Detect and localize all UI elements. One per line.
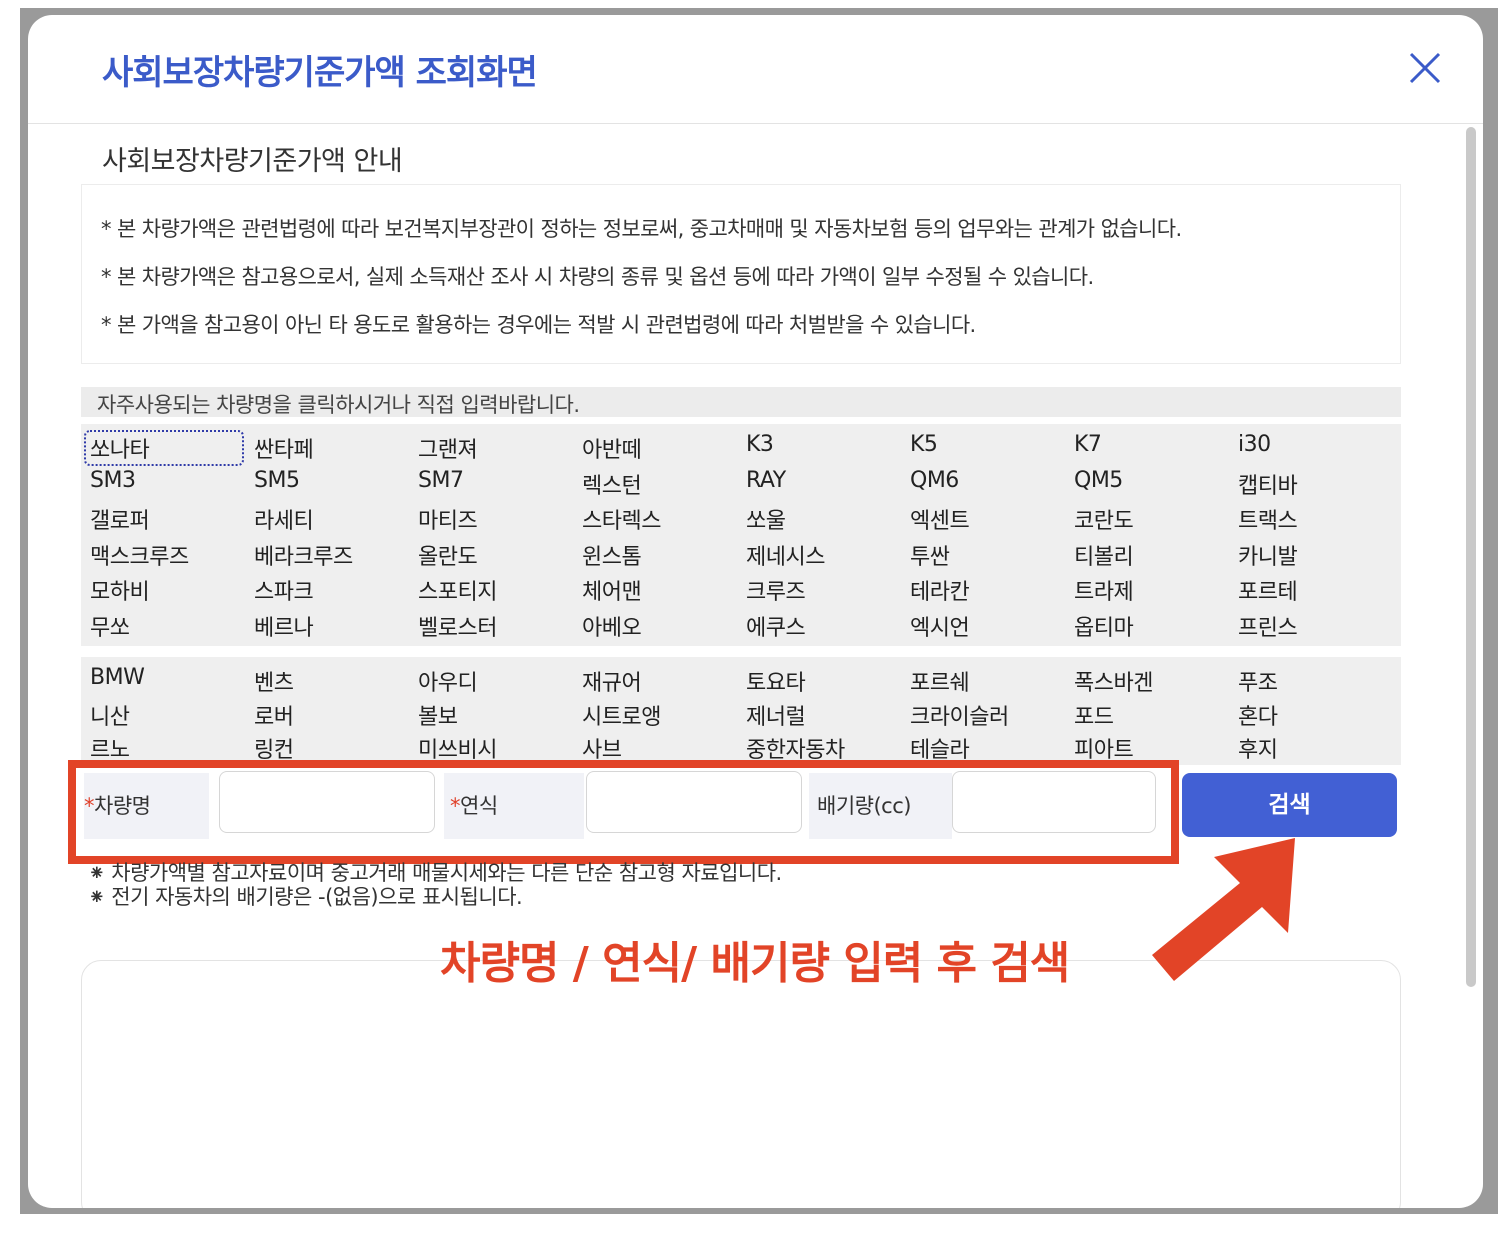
car-name-link[interactable]: 스포티지 <box>418 574 497 606</box>
result-area <box>81 960 1401 1208</box>
search-button[interactable]: 검색 <box>1182 773 1397 837</box>
car-name-link[interactable]: K7 <box>1074 432 1102 457</box>
car-name-link[interactable]: 프린스 <box>1238 610 1298 642</box>
car-name-link[interactable]: 벤츠 <box>254 665 294 697</box>
car-name-link[interactable]: 벨로스터 <box>418 610 497 642</box>
car-name-link[interactable]: SM5 <box>254 468 300 493</box>
car-name-link[interactable]: 그랜져 <box>418 432 478 464</box>
notice-line: * 본 차량가액은 관련법령에 따라 보건복지부장관이 정하는 정보로써, 중고… <box>101 217 1182 241</box>
hint-bar: 자주사용되는 차량명을 클릭하시거나 직접 입력바랍니다. <box>81 387 1401 417</box>
car-name-link[interactable]: K5 <box>910 432 938 457</box>
car-name-link[interactable]: 볼보 <box>418 699 458 731</box>
car-name-link[interactable]: 크라이슬러 <box>910 699 1009 731</box>
car-name-link[interactable]: 엑센트 <box>910 503 970 535</box>
car-name-link[interactable]: 포르쉐 <box>910 665 970 697</box>
car-name-link[interactable]: 엑시언 <box>910 610 970 642</box>
close-button[interactable] <box>1406 49 1444 87</box>
notice-line: * 본 가액을 참고용이 아닌 타 용도로 활용하는 경우에는 적발 시 관련법… <box>101 313 976 337</box>
car-name-link[interactable]: 혼다 <box>1238 699 1278 731</box>
car-name-link[interactable]: 무쏘 <box>90 610 130 642</box>
car-name-link[interactable]: 아베오 <box>582 610 642 642</box>
close-icon <box>1409 52 1441 84</box>
car-name-link[interactable]: 폭스바겐 <box>1074 665 1153 697</box>
car-name-link[interactable]: 마티즈 <box>418 503 478 535</box>
notice-box: * 본 차량가액은 관련법령에 따라 보건복지부장관이 정하는 정보로써, 중고… <box>81 184 1401 364</box>
highlight-frame <box>68 760 1179 864</box>
car-name-link[interactable]: 후지 <box>1238 732 1278 764</box>
car-name-link[interactable]: SM3 <box>90 468 136 493</box>
car-name-link[interactable]: 포르테 <box>1238 574 1298 606</box>
car-name-link[interactable]: 트랙스 <box>1238 503 1298 535</box>
car-name-link[interactable]: 푸조 <box>1238 665 1278 697</box>
car-name-link[interactable]: 라세티 <box>254 503 314 535</box>
car-name-link[interactable]: SM7 <box>418 468 464 493</box>
car-name-link[interactable]: 크루즈 <box>746 574 806 606</box>
car-name-link[interactable]: 토요타 <box>746 665 806 697</box>
car-name-link[interactable]: 갤로퍼 <box>90 503 150 535</box>
car-name-link[interactable]: 에쿠스 <box>746 610 806 642</box>
car-name-link[interactable]: 렉스턴 <box>582 468 642 500</box>
hint-text: 자주사용되는 차량명을 클릭하시거나 직접 입력바랍니다. <box>97 393 580 417</box>
car-name-link[interactable]: 쏘울 <box>746 503 786 535</box>
car-name-link[interactable]: 트라제 <box>1074 574 1134 606</box>
car-name-link[interactable]: 올란도 <box>418 539 478 571</box>
domestic-car-list: 쏘나타 싼타페 그랜져 아반떼 K3 K5 K7 i30 SM3 SM5 SM7 렉스턴 RAY QM6 Q… <box>81 424 1401 646</box>
car-name-link[interactable]: 체어맨 <box>582 574 642 606</box>
car-name-link[interactable]: 싼타페 <box>254 432 314 464</box>
vehicle-value-modal: 사회보장차량기준가액 조회화면 사회보장차량기준가액 안내 * 본 차량가액은 … <box>28 15 1483 1208</box>
car-name-link[interactable]: 쏘나타 <box>84 430 244 466</box>
modal-title: 사회보장차량기준가액 조회화면 <box>102 53 538 93</box>
car-name-link[interactable]: K3 <box>746 432 774 457</box>
car-name-link[interactable]: RAY <box>746 468 786 493</box>
footnotes: ⁕ 차량가액별 참고자료이며 중고거래 매물시세와는 다른 단순 참고형 자료입… <box>88 861 782 909</box>
car-name-link[interactable]: 제너럴 <box>746 699 806 731</box>
modal-header: 사회보장차량기준가액 조회화면 <box>28 15 1483 124</box>
arrow-icon <box>1152 838 1295 981</box>
car-name-link[interactable]: 카니발 <box>1238 539 1298 571</box>
car-name-link[interactable]: 모하비 <box>90 574 150 606</box>
car-name-link[interactable]: 캡티바 <box>1238 468 1298 500</box>
car-name-link[interactable]: QM5 <box>1074 468 1123 493</box>
car-name-link[interactable]: 윈스톰 <box>582 539 642 571</box>
car-name-link[interactable]: 스파크 <box>254 574 314 606</box>
notice-line: * 본 차량가액은 참고용으로서, 실제 소득재산 조사 시 차량의 종류 및 … <box>101 265 1094 289</box>
car-name-link[interactable]: 옵티마 <box>1074 610 1134 642</box>
car-name-link[interactable]: 니산 <box>90 699 130 731</box>
car-name-link[interactable]: i30 <box>1238 432 1271 457</box>
car-name-link[interactable]: 로버 <box>254 699 294 731</box>
car-name-link[interactable]: 스타렉스 <box>582 503 661 535</box>
car-name-link[interactable]: 베르나 <box>254 610 314 642</box>
car-name-link[interactable]: 포드 <box>1074 699 1114 731</box>
car-name-link[interactable]: 시트로앵 <box>582 699 661 731</box>
footnote: ⁕ 전기 자동차의 배기량은 -(없음)으로 표시됩니다. <box>88 885 523 909</box>
car-name-link[interactable]: 코란도 <box>1074 503 1134 535</box>
car-name-link[interactable]: 재규어 <box>582 665 642 697</box>
car-name-link[interactable]: BMW <box>90 665 145 690</box>
car-name-link[interactable]: QM6 <box>910 468 959 493</box>
car-name-link[interactable]: 맥스크루즈 <box>90 539 189 571</box>
annotation-text: 차량명 / 연식/ 배기량 입력 후 검색 <box>440 938 1070 989</box>
car-name-link[interactable]: 제네시스 <box>746 539 825 571</box>
scrollbar[interactable] <box>1466 127 1476 987</box>
car-name-link[interactable]: 아반떼 <box>582 432 642 464</box>
footnote: ⁕ 차량가액별 참고자료이며 중고거래 매물시세와는 다른 단순 참고형 자료입… <box>88 861 782 885</box>
car-name-link[interactable]: 아우디 <box>418 665 478 697</box>
section-title: 사회보장차량기준가액 안내 <box>102 146 403 177</box>
car-name-link[interactable]: 티볼리 <box>1074 539 1134 571</box>
car-name-link[interactable]: 베라크루즈 <box>254 539 353 571</box>
import-car-list: BMW 벤츠 아우디 재규어 토요타 포르쉐 폭스바겐 푸조니산 로버 볼보 시트로앵 제너럴 크라이슬… <box>81 657 1401 765</box>
car-name-link[interactable]: 테라칸 <box>910 574 970 606</box>
car-name-link[interactable]: 투싼 <box>910 539 950 571</box>
